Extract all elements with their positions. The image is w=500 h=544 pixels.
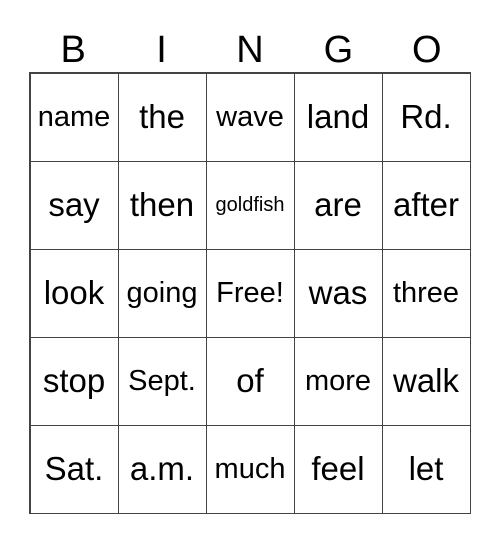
- header-letter-n: N: [236, 29, 264, 71]
- header-letter-b: B: [60, 29, 86, 71]
- bingo-cell[interactable]: a.m.: [117, 424, 207, 514]
- bingo-cell[interactable]: land: [293, 72, 383, 162]
- bingo-cell[interactable]: then: [117, 160, 207, 250]
- bingo-cell[interactable]: goldfish: [205, 160, 295, 250]
- bingo-cell[interactable]: feel: [293, 424, 383, 514]
- bingo-cell[interactable]: say: [29, 160, 119, 250]
- bingo-cell[interactable]: name: [29, 72, 119, 162]
- bingo-cell[interactable]: more: [293, 336, 383, 426]
- bingo-cell[interactable]: Sept.: [117, 336, 207, 426]
- bingo-cell[interactable]: going: [117, 248, 207, 338]
- header-letter-g: G: [323, 29, 354, 71]
- bingo-cell[interactable]: stop: [29, 336, 119, 426]
- bingo-cell[interactable]: after: [381, 160, 471, 250]
- bingo-cell[interactable]: look: [29, 248, 119, 338]
- bingo-cell[interactable]: Rd.: [381, 72, 471, 162]
- free-space-cell[interactable]: Free!: [205, 248, 295, 338]
- bingo-cell[interactable]: are: [293, 160, 383, 250]
- bingo-header: B I N G O: [29, 28, 471, 72]
- header-letter-o: O: [411, 29, 442, 71]
- bingo-cell[interactable]: much: [205, 424, 295, 514]
- bingo-cell[interactable]: let: [381, 424, 471, 514]
- bingo-cell[interactable]: of: [205, 336, 295, 426]
- bingo-cell[interactable]: wave: [205, 72, 295, 162]
- bingo-cell[interactable]: three: [381, 248, 471, 338]
- bingo-cell[interactable]: Sat.: [29, 424, 119, 514]
- bingo-cell[interactable]: walk: [381, 336, 471, 426]
- bingo-cell[interactable]: the: [117, 72, 207, 162]
- bingo-grid: name the wave land Rd. say then goldfish are afte…: [29, 72, 471, 514]
- header-letter-i: I: [156, 29, 167, 71]
- bingo-cell[interactable]: was: [293, 248, 383, 338]
